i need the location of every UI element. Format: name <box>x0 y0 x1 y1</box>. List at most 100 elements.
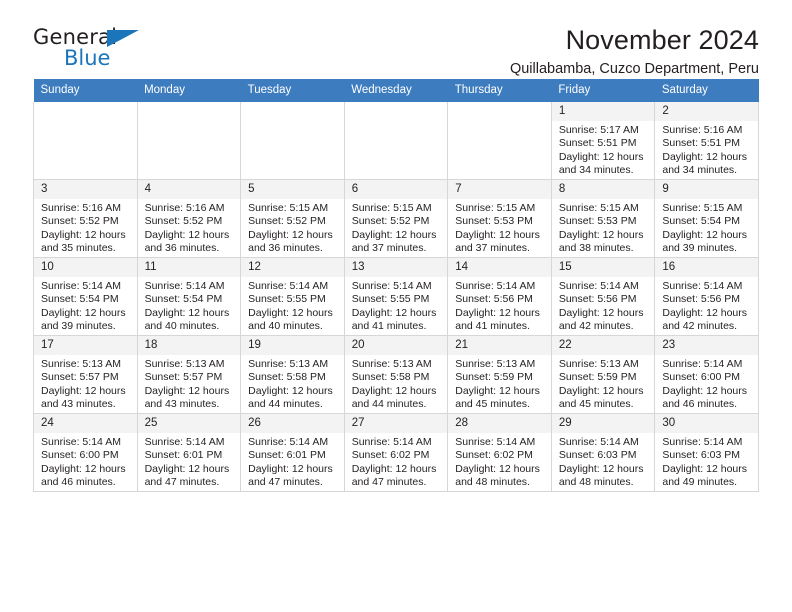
sunrise-text: Sunrise: 5:16 AM <box>41 202 121 214</box>
calendar-day-cell[interactable]: 2 Sunrise: 5:16 AM Sunset: 5:51 PM Daylight… <box>654 102 759 180</box>
logo-text-general: General <box>33 25 118 49</box>
day-number: 4 <box>137 180 241 199</box>
day-number: 18 <box>137 336 241 355</box>
calendar-week-row: 1 Sunrise: 5:17 AM Sunset: 5:51 PM Daylight… <box>33 102 759 180</box>
general-blue-logo[interactable]: General Blue <box>33 26 163 74</box>
calendar-day-cell[interactable]: 7 Sunrise: 5:15 AM Sunset: 5:53 PM Daylight… <box>447 179 552 258</box>
calendar-day-cell[interactable]: 26 Sunrise: 5:14 AM Sunset: 6:01 PM Dayligh… <box>240 413 345 492</box>
sunrise-text: Sunrise: 5:16 AM <box>144 202 225 214</box>
daylight-text-line2: and 39 minutes. <box>41 319 116 332</box>
day-number: 11 <box>137 258 241 277</box>
logo-triangle-icon <box>107 30 139 47</box>
calendar-day-cell[interactable]: 13 Sunrise: 5:14 AM Sunset: 5:55 PM Dayligh… <box>343 257 449 336</box>
day-number: 23 <box>655 336 758 355</box>
calendar-day-cell[interactable]: 23 Sunrise: 5:14 AM Sunset: 6:00 PM Dayligh… <box>654 335 759 414</box>
sunset-text: Sunset: 6:02 PM <box>351 449 430 462</box>
sunrise-text: Sunrise: 5:15 AM <box>662 202 743 214</box>
calendar-day-cell[interactable]: 20 Sunrise: 5:13 AM Sunset: 5:58 PM Dayligh… <box>343 335 449 414</box>
day-number: 2 <box>655 102 758 121</box>
day-number: 10 <box>34 258 137 277</box>
sunset-text: Sunset: 5:52 PM <box>144 215 223 228</box>
sunrise-text: Sunrise: 5:15 AM <box>558 202 639 214</box>
sunset-text: Sunset: 6:01 PM <box>248 449 326 462</box>
calendar-day-cell[interactable]: 22 Sunrise: 5:13 AM Sunset: 5:59 PM Dayligh… <box>550 335 656 414</box>
calendar-day-cell[interactable]: 12 Sunrise: 5:14 AM Sunset: 5:55 PM Dayligh… <box>240 257 345 336</box>
calendar-day-cell[interactable]: 8 Sunrise: 5:15 AM Sunset: 5:53 PM Daylight… <box>550 179 656 258</box>
calendar-day-cell[interactable]: 17 Sunrise: 5:13 AM Sunset: 5:57 PM Dayligh… <box>33 335 138 414</box>
daylight-text-line1: Daylight: 12 hours <box>558 150 644 163</box>
daylight-text-line2: and 46 minutes. <box>41 475 116 488</box>
calendar-day-cell[interactable]: 3 Sunrise: 5:16 AM Sunset: 5:52 PM Daylight… <box>33 179 138 258</box>
day-sun-info: Sunrise: 5:14 AM Sunset: 6:00 PM Daylight:… <box>655 355 758 411</box>
sunset-text: Sunset: 5:55 PM <box>351 293 430 306</box>
sunset-text: Sunset: 5:57 PM <box>144 371 223 384</box>
calendar-week-row: 3 Sunrise: 5:16 AM Sunset: 5:52 PM Daylight… <box>33 179 759 258</box>
daylight-text-line2: and 38 minutes. <box>558 241 634 254</box>
daylight-text-line1: Daylight: 12 hours <box>41 228 126 241</box>
day-number: 13 <box>344 258 448 277</box>
sunrise-text: Sunrise: 5:14 AM <box>455 280 536 292</box>
day-number: 14 <box>448 258 551 277</box>
daylight-text-line2: and 40 minutes. <box>144 319 220 332</box>
calendar-day-cell[interactable]: 25 Sunrise: 5:14 AM Sunset: 6:01 PM Dayligh… <box>136 413 242 492</box>
day-sun-info: Sunrise: 5:14 AM Sunset: 5:56 PM Daylight:… <box>655 277 758 333</box>
daylight-text-line1: Daylight: 12 hours <box>455 228 540 241</box>
calendar-day-cell[interactable]: 24 Sunrise: 5:14 AM Sunset: 6:00 PM Dayligh… <box>33 413 138 492</box>
calendar-day-cell[interactable]: 21 Sunrise: 5:13 AM Sunset: 5:59 PM Dayligh… <box>447 335 552 414</box>
day-sun-info: Sunrise: 5:14 AM Sunset: 6:01 PM Daylight:… <box>241 433 344 489</box>
calendar-day-cell[interactable]: 4 Sunrise: 5:16 AM Sunset: 5:52 PM Daylight… <box>136 179 242 258</box>
sunrise-text: Sunrise: 5:15 AM <box>351 202 432 214</box>
sunset-text: Sunset: 6:02 PM <box>455 449 533 462</box>
day-sun-info: Sunrise: 5:17 AM Sunset: 5:51 PM Daylight:… <box>552 121 655 177</box>
calendar-day-cell[interactable]: 19 Sunrise: 5:13 AM Sunset: 5:58 PM Dayligh… <box>240 335 345 414</box>
sunset-text: Sunset: 6:01 PM <box>144 449 223 462</box>
daylight-text-line1: Daylight: 12 hours <box>662 228 748 241</box>
calendar-day-cell[interactable]: 18 Sunrise: 5:13 AM Sunset: 5:57 PM Dayligh… <box>136 335 242 414</box>
calendar-day-cell[interactable]: 10 Sunrise: 5:14 AM Sunset: 5:54 PM Dayligh… <box>33 257 138 336</box>
daylight-text-line2: and 45 minutes. <box>558 397 634 410</box>
day-number: 26 <box>241 414 344 433</box>
calendar-day-cell[interactable]: 30 Sunrise: 5:14 AM Sunset: 6:03 PM Dayligh… <box>654 413 759 492</box>
day-sun-info: Sunrise: 5:15 AM Sunset: 5:53 PM Daylight:… <box>552 199 655 255</box>
calendar-day-cell[interactable]: 15 Sunrise: 5:14 AM Sunset: 5:56 PM Dayligh… <box>550 257 656 336</box>
daylight-text-line2: and 44 minutes. <box>351 397 427 410</box>
calendar-day-cell[interactable]: 27 Sunrise: 5:14 AM Sunset: 6:02 PM Dayligh… <box>343 413 449 492</box>
daylight-text-line1: Daylight: 12 hours <box>41 384 126 397</box>
day-number: 16 <box>655 258 758 277</box>
calendar-day-cell[interactable]: 11 Sunrise: 5:14 AM Sunset: 5:54 PM Dayligh… <box>136 257 242 336</box>
calendar-cell-empty <box>343 102 449 180</box>
daylight-text-line1: Daylight: 12 hours <box>455 384 540 397</box>
sunrise-text: Sunrise: 5:17 AM <box>558 124 639 136</box>
day-number: 5 <box>241 180 344 199</box>
calendar-day-cell[interactable]: 28 Sunrise: 5:14 AM Sunset: 6:02 PM Dayligh… <box>447 413 552 492</box>
sunrise-text: Sunrise: 5:13 AM <box>248 358 329 370</box>
day-sun-info: Sunrise: 5:14 AM Sunset: 6:03 PM Daylight:… <box>552 433 655 489</box>
weekday-header-saturday: Saturday <box>654 79 759 102</box>
daylight-text-line1: Daylight: 12 hours <box>662 384 748 397</box>
calendar-day-cell[interactable]: 1 Sunrise: 5:17 AM Sunset: 5:51 PM Daylight… <box>550 102 656 180</box>
calendar-day-cell[interactable]: 9 Sunrise: 5:15 AM Sunset: 5:54 PM Daylight… <box>654 179 759 258</box>
calendar-day-cell[interactable]: 14 Sunrise: 5:14 AM Sunset: 5:56 PM Dayligh… <box>447 257 552 336</box>
day-sun-info: Sunrise: 5:14 AM Sunset: 5:55 PM Daylight:… <box>241 277 344 333</box>
weekday-header-friday: Friday <box>551 79 655 102</box>
day-sun-info: Sunrise: 5:13 AM Sunset: 5:58 PM Daylight:… <box>345 355 448 411</box>
daylight-text-line1: Daylight: 12 hours <box>144 384 230 397</box>
calendar-day-cell[interactable]: 5 Sunrise: 5:15 AM Sunset: 5:52 PM Daylight… <box>240 179 345 258</box>
calendar-day-cell[interactable]: 16 Sunrise: 5:14 AM Sunset: 5:56 PM Dayligh… <box>654 257 759 336</box>
calendar-page: General Blue November 2024 Quillabamba, … <box>0 0 792 612</box>
calendar-day-cell[interactable]: 29 Sunrise: 5:14 AM Sunset: 6:03 PM Dayligh… <box>550 413 656 492</box>
sunrise-text: Sunrise: 5:13 AM <box>351 358 432 370</box>
sunrise-text: Sunrise: 5:13 AM <box>558 358 639 370</box>
calendar-day-cell[interactable]: 6 Sunrise: 5:15 AM Sunset: 5:52 PM Daylight… <box>343 179 449 258</box>
daylight-text-line2: and 41 minutes. <box>455 319 530 332</box>
sunrise-text: Sunrise: 5:14 AM <box>351 436 432 448</box>
daylight-text-line2: and 36 minutes. <box>144 241 220 254</box>
sunset-text: Sunset: 5:52 PM <box>248 215 326 228</box>
day-sun-info: Sunrise: 5:14 AM Sunset: 5:54 PM Daylight:… <box>138 277 241 333</box>
day-sun-info: Sunrise: 5:15 AM Sunset: 5:52 PM Daylight:… <box>345 199 448 255</box>
day-sun-info: Sunrise: 5:16 AM Sunset: 5:51 PM Daylight:… <box>655 121 758 177</box>
daylight-text-line2: and 34 minutes. <box>662 163 738 176</box>
calendar-week-row: 10 Sunrise: 5:14 AM Sunset: 5:54 PM Dayligh… <box>33 257 759 336</box>
sunset-text: Sunset: 5:53 PM <box>455 215 533 228</box>
sunrise-text: Sunrise: 5:14 AM <box>248 436 329 448</box>
